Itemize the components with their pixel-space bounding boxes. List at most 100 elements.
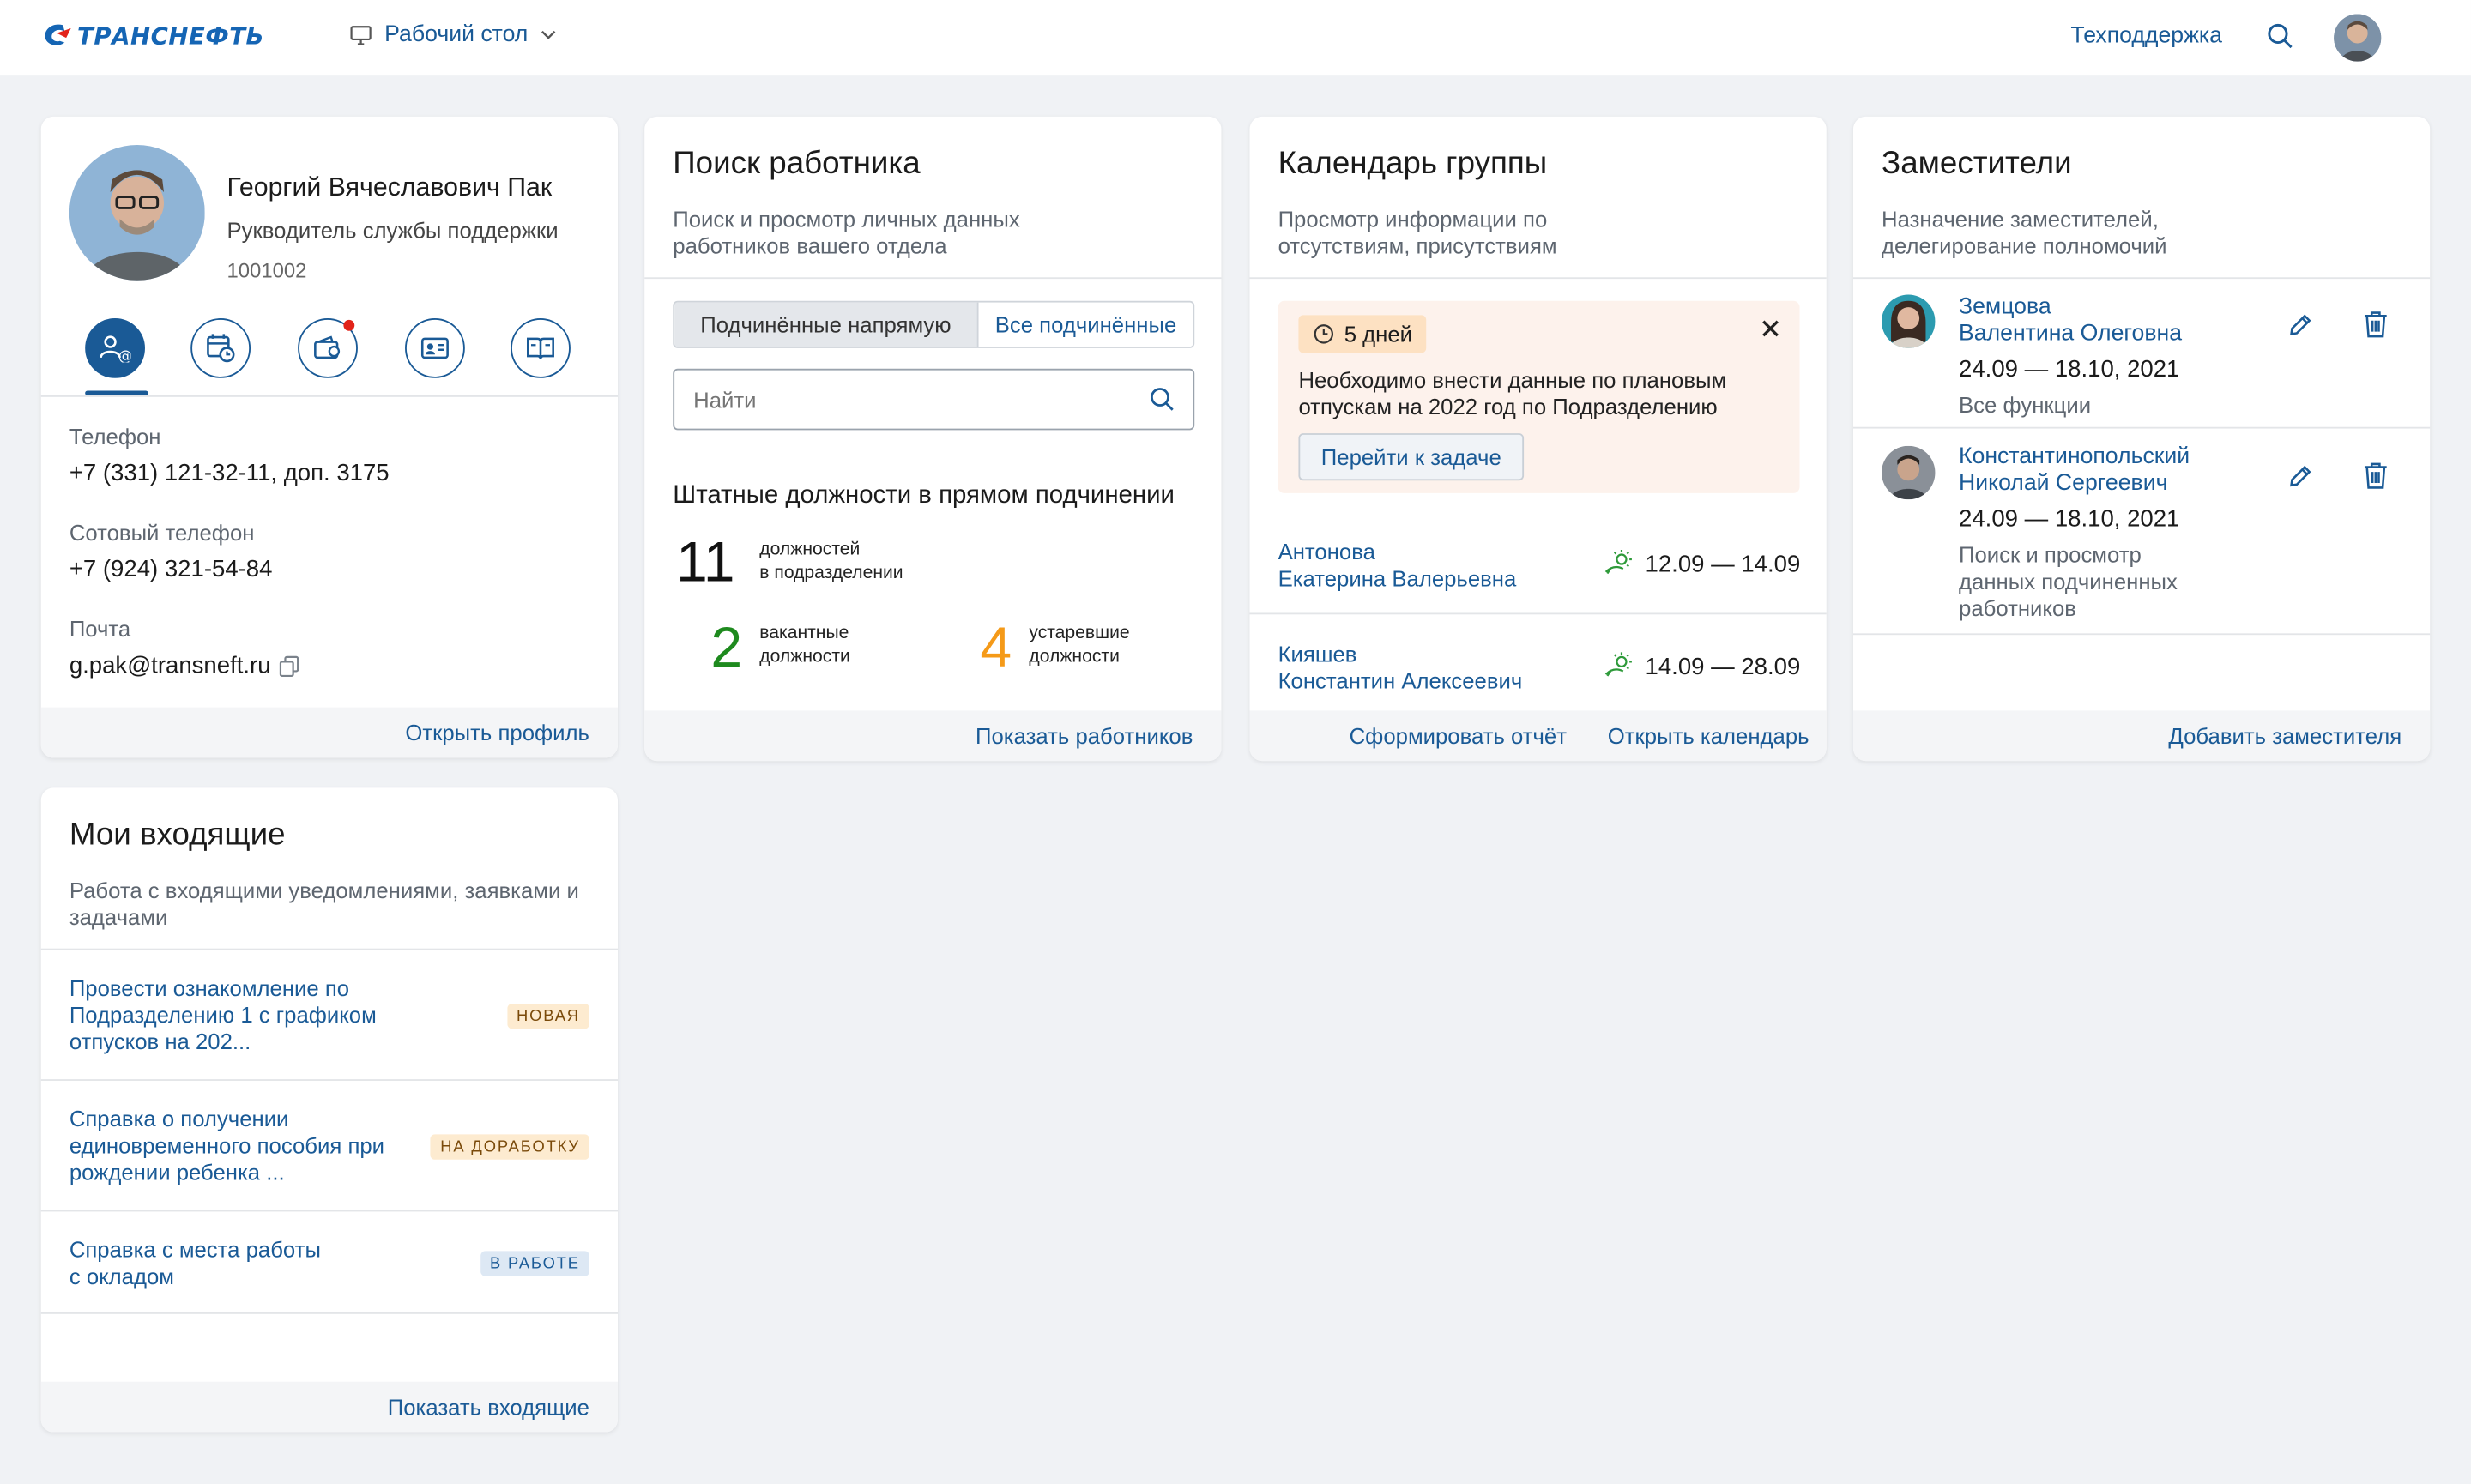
divider	[1249, 277, 1827, 280]
divider	[40, 1312, 618, 1314]
add-deputy-link[interactable]: Добавить заместителя	[2168, 723, 2402, 748]
employee-search-input[interactable]	[673, 368, 1195, 431]
profile-action-icons: @	[69, 318, 602, 397]
employee-name: Кияшев	[1278, 641, 1357, 667]
absence-row[interactable]: Антонова Екатерина Валерьевна 12.09 — 14…	[1250, 526, 1827, 614]
contacts-tab-button[interactable]: @	[85, 318, 145, 378]
obsolete-positions-number: 4	[980, 614, 1012, 679]
obsolete-positions-label-1: устаревшие	[1029, 624, 1130, 643]
calendar-card-footer: Сформировать отчёт Открыть календарь	[1249, 710, 1827, 762]
open-calendar-link[interactable]: Открыть календарь	[1608, 723, 1809, 748]
inbox-item[interactable]: Справка с места работы с окладом В РАБОТ…	[41, 1211, 618, 1312]
deputy-scope: Поиск и просмотр данных подчиненных рабо…	[1959, 541, 2178, 621]
card-title: Мои входящие	[69, 817, 286, 853]
copy-button[interactable]	[279, 655, 299, 685]
make-report-link[interactable]: Сформировать отчёт	[1350, 723, 1567, 748]
employee-search-button[interactable]	[1149, 386, 1175, 420]
total-positions-number: 11	[675, 529, 735, 594]
deputy-row: Земцова Валентина Олеговна 24.09 — 18.10…	[1853, 279, 2430, 428]
go-to-task-button[interactable]: Перейти к задаче	[1298, 433, 1525, 481]
toggle-direct-subordinates[interactable]: Подчинённые напрямую	[674, 302, 979, 347]
vacation-sun-icon	[1604, 652, 1632, 677]
total-positions-label-1: должностей	[759, 540, 861, 560]
absence-dates: 12.09 — 14.09	[1645, 551, 1801, 579]
inbox-card: Мои входящие Работа с входящими уведомле…	[40, 787, 618, 1433]
deputy-name[interactable]: Константинопольский	[1959, 444, 2190, 469]
show-inbox-link[interactable]: Показать входящие	[388, 1394, 589, 1419]
card-subtitle: Просмотр информации по отсутствиям, прис…	[1278, 206, 1557, 259]
mobile-value: +7 (924) 321-54-84	[69, 556, 273, 583]
desktop-menu[interactable]: Рабочий стол	[350, 22, 557, 47]
inbox-item-text: Справка с места работы с окладом	[69, 1236, 321, 1289]
obsolete-positions-label-2: должности	[1029, 647, 1120, 667]
search-icon	[2268, 23, 2293, 49]
search-button[interactable]	[2266, 22, 2294, 58]
logo-text: ТРАНСНЕФТЬ	[76, 21, 265, 51]
delete-deputy-button[interactable]	[2362, 311, 2389, 347]
employee-name: Екатерина Валерьевна	[1278, 565, 1517, 591]
logo[interactable]: ТРАНСНЕФТЬ	[41, 22, 264, 51]
monitor-icon	[350, 25, 372, 45]
pencil-icon	[2290, 314, 2311, 335]
support-link[interactable]: Техподдержка	[2070, 24, 2222, 49]
calendar-clock-icon	[207, 334, 235, 363]
employee-name: Антонова	[1278, 539, 1375, 564]
open-profile-link[interactable]: Открыть профиль	[405, 720, 589, 745]
inbox-item[interactable]: Справка о получении единовременного посо…	[41, 1081, 618, 1210]
profile-card-footer: Открыть профиль	[40, 707, 618, 758]
pencil-icon	[2290, 465, 2311, 487]
notification-dot	[343, 319, 355, 331]
id-card-icon	[420, 337, 449, 359]
id-card-tab-button[interactable]	[405, 318, 465, 378]
user-avatar[interactable]	[2334, 14, 2382, 62]
book-icon	[527, 337, 554, 359]
toggle-all-subordinates[interactable]: Все подчинённые	[978, 302, 1193, 347]
top-bar: ТРАНСНЕФТЬ Рабочий стол Техподдержка	[0, 0, 2471, 76]
close-alert-button[interactable]	[1761, 317, 1779, 345]
schedule-tab-button[interactable]	[190, 318, 251, 378]
vacation-task-alert: 5 дней Необходимо внести данные по плано…	[1278, 300, 1800, 493]
inbox-item[interactable]: Провести ознакомление по Подразделению 1…	[41, 950, 618, 1080]
divider	[1249, 612, 1827, 615]
inbox-item-text: Провести ознакомление по Подразделению 1…	[69, 974, 377, 1054]
documents-tab-button[interactable]	[511, 318, 571, 378]
positions-heading: Штатные должности в прямом подчинении	[673, 482, 1175, 510]
total-positions-label-2: в подразделении	[759, 564, 903, 583]
deputy-dates: 24.09 — 18.10, 2021	[1959, 505, 2180, 533]
days-left-badge: 5 дней	[1298, 315, 1427, 353]
status-badge-in-progress: В РАБОТЕ	[480, 1251, 589, 1276]
inbox-item-text: Справка о получении единовременного посо…	[69, 1106, 385, 1185]
wallet-icon	[314, 335, 341, 359]
profile-name: Георгий Вячеславович Пак	[227, 173, 553, 202]
card-subtitle: Работа с входящими уведомлениями, заявка…	[69, 878, 579, 930]
profile-card: Георгий Вячеславович Пак Рукводитель слу…	[40, 116, 618, 758]
divider	[1852, 633, 2431, 636]
deputy-name[interactable]: Земцова	[1959, 294, 2051, 319]
divider	[644, 277, 1222, 280]
deputy-avatar	[1882, 445, 1936, 500]
deputies-card-footer: Добавить заместителя	[1852, 710, 2431, 762]
employee-search-card: Поиск работника Поиск и просмотр личных …	[644, 116, 1222, 762]
wallet-tab-button[interactable]	[298, 318, 358, 378]
profile-photo	[69, 144, 205, 281]
deputy-avatar	[1882, 294, 1936, 348]
vacant-positions-label-2: должности	[759, 647, 850, 667]
show-employees-link[interactable]: Показать работников	[976, 723, 1193, 748]
deputy-dates: 24.09 — 18.10, 2021	[1959, 356, 2180, 383]
card-title: Календарь группы	[1278, 146, 1548, 182]
edit-deputy-button[interactable]	[2287, 463, 2313, 498]
alert-text: Необходимо внести данные по плановым отп…	[1298, 366, 1727, 419]
delete-deputy-button[interactable]	[2362, 461, 2389, 498]
close-icon	[1762, 320, 1779, 337]
deputy-name[interactable]: Валентина Олеговна	[1959, 322, 2182, 347]
edit-deputy-button[interactable]	[2287, 312, 2313, 347]
search-card-footer: Показать работников	[644, 710, 1222, 762]
absence-row[interactable]: Кияшев Константин Алексеевич 14.09 — 28.…	[1250, 629, 1827, 717]
card-subtitle: Назначение заместителей, делегирование п…	[1882, 206, 2167, 259]
search-icon	[1151, 388, 1174, 411]
group-calendar-card: Календарь группы Просмотр информации по …	[1249, 116, 1827, 762]
email-link[interactable]: g.pak@transneft.ru	[69, 652, 271, 679]
chevron-down-icon	[541, 30, 556, 39]
trash-icon	[2364, 462, 2387, 489]
deputy-name[interactable]: Николай Сергеевич	[1959, 471, 2167, 496]
